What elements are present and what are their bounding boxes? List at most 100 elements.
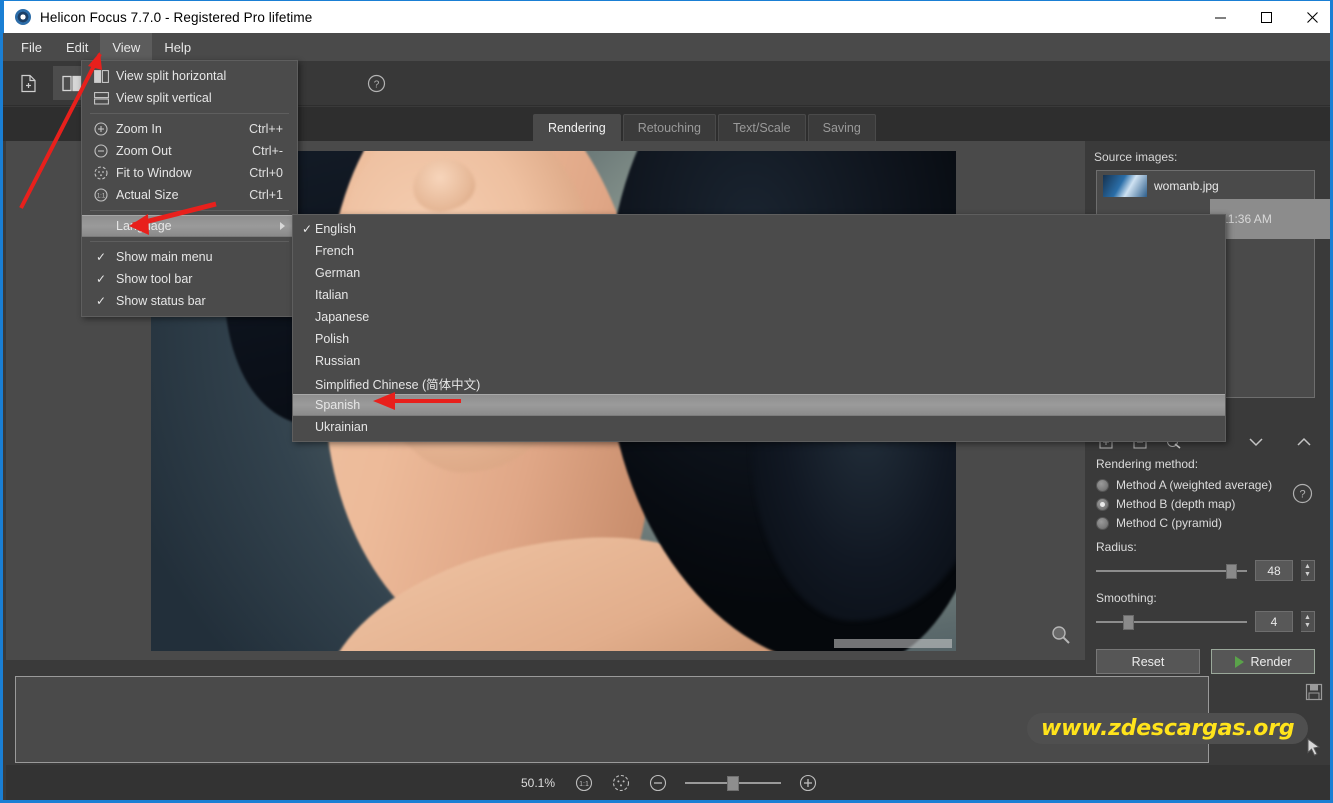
helicon-logo-icon	[15, 9, 31, 25]
stepper-down-icon[interactable]: ▼	[1304, 622, 1311, 630]
save-icon[interactable]	[1305, 683, 1323, 701]
reset-button[interactable]: Reset	[1096, 649, 1200, 674]
menu-item-label: Show status bar	[116, 294, 206, 308]
status-bar: 50.1% 1:1	[6, 765, 1330, 800]
language-item-ukrainian[interactable]: Ukrainian	[293, 416, 1225, 438]
smoothing-slider-thumb[interactable]	[1123, 614, 1135, 630]
menu-item-shortcut: Ctrl+1	[249, 188, 283, 202]
stepper-down-icon[interactable]: ▼	[1304, 571, 1311, 579]
radio-icon-selected	[1096, 497, 1109, 511]
menu-edit[interactable]: Edit	[54, 33, 100, 61]
radius-slider-row: 48 ▲ ▼	[1096, 560, 1315, 581]
photo-credit-strip	[834, 639, 952, 648]
radius-stepper[interactable]: ▲ ▼	[1301, 560, 1315, 581]
menu-item-show-tool-bar[interactable]: ✓ Show tool bar	[82, 268, 297, 290]
actual-size-icon[interactable]: 1:1	[574, 773, 594, 793]
radio-method-a[interactable]: Method A (weighted average)	[1096, 478, 1315, 492]
menu-item-show-main-menu[interactable]: ✓ Show main menu	[82, 246, 297, 268]
language-item-label: Simplified Chinese (简体中文)	[315, 377, 481, 392]
view-dropdown-menu[interactable]: View split horizontal View split vertica…	[81, 60, 298, 317]
menu-item-fit-to-window[interactable]: Fit to Window Ctrl+0	[82, 162, 297, 184]
language-item-japanese[interactable]: Japanese	[293, 306, 1225, 328]
radio-icon	[1096, 478, 1109, 492]
menu-file[interactable]: File	[9, 33, 54, 61]
menu-item-zoom-in[interactable]: Zoom In Ctrl++	[82, 118, 297, 140]
menu-item-label: Show tool bar	[116, 272, 193, 286]
menu-item-label: Fit to Window	[116, 166, 192, 180]
help-icon[interactable]: ?	[357, 66, 395, 100]
menu-separator	[90, 113, 289, 114]
check-icon: ✓	[95, 250, 107, 264]
menu-view[interactable]: View	[100, 33, 153, 61]
zoom-slider[interactable]	[685, 775, 782, 791]
menu-item-label: Show main menu	[116, 250, 213, 264]
radius-slider-thumb[interactable]	[1225, 563, 1237, 579]
window-title: Helicon Focus 7.7.0 - Registered Pro lif…	[40, 9, 313, 25]
language-item-spanish[interactable]: Spanish	[293, 394, 1225, 416]
radio-method-b[interactable]: Method B (depth map)	[1096, 497, 1315, 511]
menu-item-show-status-bar[interactable]: ✓ Show status bar	[82, 290, 297, 312]
application-window: Helicon Focus 7.7.0 - Registered Pro lif…	[0, 0, 1333, 803]
check-icon: ✓	[95, 272, 107, 286]
menu-item-label: Zoom In	[116, 122, 162, 136]
rendering-help-icon[interactable]: ?	[1292, 483, 1313, 509]
menu-item-view-split-horizontal[interactable]: View split horizontal	[82, 65, 297, 87]
language-item-label: Japanese	[315, 310, 370, 324]
tab-text-scale[interactable]: Text/Scale	[717, 114, 806, 141]
radio-label: Method C (pyramid)	[1116, 516, 1223, 530]
menu-help[interactable]: Help	[152, 33, 203, 61]
svg-text:?: ?	[1299, 489, 1305, 501]
radius-slider[interactable]	[1096, 563, 1247, 579]
fit-to-window-icon[interactable]	[611, 773, 631, 793]
smoothing-stepper[interactable]: ▲ ▼	[1301, 611, 1315, 632]
menu-item-actual-size[interactable]: 1:1 Actual Size Ctrl+1	[82, 184, 297, 206]
play-icon	[1234, 655, 1244, 668]
radius-label: Radius:	[1096, 540, 1137, 554]
minimize-button[interactable]	[1197, 1, 1243, 34]
language-item-russian[interactable]: Russian	[293, 350, 1225, 372]
menu-bar: File Edit View Help	[3, 33, 1330, 61]
render-button[interactable]: Render	[1211, 649, 1315, 674]
menu-item-label: View split horizontal	[116, 69, 227, 83]
language-item-english[interactable]: ✓ English	[293, 218, 1225, 240]
stepper-up-icon[interactable]: ▲	[1304, 563, 1311, 571]
list-item[interactable]: womanb.jpg	[1097, 171, 1314, 201]
menu-item-view-split-vertical[interactable]: View split vertical	[82, 87, 297, 109]
add-images-icon[interactable]	[9, 66, 47, 100]
cursor-icon	[1306, 738, 1322, 763]
maximize-button[interactable]	[1243, 1, 1289, 34]
window-controls	[1197, 1, 1330, 34]
chevron-up-icon[interactable]	[1291, 431, 1317, 453]
radio-label: Method A (weighted average)	[1116, 478, 1273, 492]
actual-size-icon: 1:1	[90, 188, 112, 202]
stepper-up-icon[interactable]: ▲	[1304, 614, 1311, 622]
zoom-out-icon[interactable]	[648, 773, 668, 793]
zoom-in-icon[interactable]	[798, 773, 818, 793]
menu-item-language[interactable]: Language	[82, 215, 297, 237]
language-item-french[interactable]: French	[293, 240, 1225, 262]
source-image-name: womanb.jpg	[1154, 179, 1219, 193]
tab-retouching[interactable]: Retouching	[622, 114, 716, 141]
language-submenu[interactable]: ✓ English French German Italian Japanese…	[292, 214, 1226, 442]
smoothing-value[interactable]: 4	[1255, 611, 1293, 632]
close-button[interactable]	[1289, 1, 1330, 34]
language-item-simplified-chinese[interactable]: Simplified Chinese (简体中文)	[293, 372, 1225, 394]
tab-rendering[interactable]: Rendering	[533, 114, 621, 141]
split-vertical-icon	[90, 91, 112, 105]
radio-method-c[interactable]: Method C (pyramid)	[1096, 516, 1315, 530]
menu-item-zoom-out[interactable]: Zoom Out Ctrl+-	[82, 140, 297, 162]
smoothing-slider[interactable]	[1096, 614, 1247, 630]
source-images-label: Source images:	[1094, 150, 1178, 164]
chevron-down-icon[interactable]	[1243, 431, 1269, 453]
radius-value[interactable]: 48	[1255, 560, 1293, 581]
magnifier-icon[interactable]	[1051, 625, 1071, 650]
tab-saving[interactable]: Saving	[807, 114, 876, 141]
language-item-italian[interactable]: Italian	[293, 284, 1225, 306]
language-item-label: French	[315, 244, 354, 258]
zoom-slider-thumb[interactable]	[727, 775, 740, 791]
language-item-polish[interactable]: Polish	[293, 328, 1225, 350]
language-item-german[interactable]: German	[293, 262, 1225, 284]
panel-collapse-controls	[1235, 431, 1317, 453]
title-bar: Helicon Focus 7.7.0 - Registered Pro lif…	[3, 0, 1330, 34]
svg-text:?: ?	[373, 79, 379, 90]
